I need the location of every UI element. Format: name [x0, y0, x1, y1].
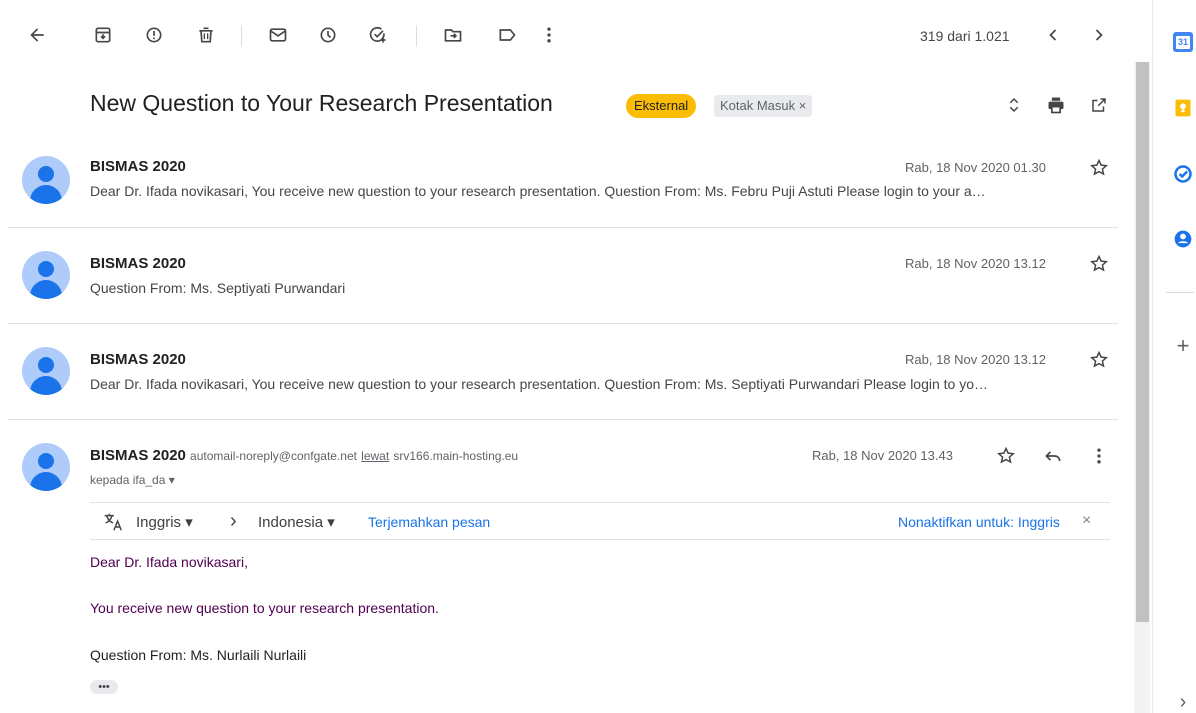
toolbar: 319 dari 1.021 — [0, 0, 1152, 70]
message-collapsed[interactable]: BISMAS 2020 Rab, 18 Nov 2020 13.12 Quest… — [0, 228, 1118, 324]
add-addon-icon[interactable]: + — [1172, 333, 1194, 358]
translate-message-link[interactable]: Terjemahkan pesan — [368, 514, 490, 530]
pager-count: 319 dari 1.021 — [920, 28, 1010, 44]
avatar — [22, 251, 70, 299]
star-icon[interactable] — [1088, 349, 1110, 371]
body-question-from: Question From: Ms. Nurlaili Nurlaili — [90, 647, 307, 663]
show-trimmed-content-button[interactable]: ••• — [90, 680, 118, 694]
translate-icon — [102, 511, 124, 537]
label-icon[interactable] — [494, 22, 520, 48]
message-snippet: Dear Dr. Ifada novikasari, You receive n… — [90, 183, 986, 199]
move-to-icon[interactable] — [440, 22, 466, 48]
email-subject: New Question to Your Research Presentati… — [90, 90, 553, 116]
delete-icon[interactable] — [193, 22, 219, 48]
star-icon[interactable] — [1088, 253, 1110, 275]
disable-translation-link[interactable]: Nonaktifkan untuk: Inggris — [898, 514, 1060, 530]
message-collapsed[interactable]: BISMAS 2020 Rab, 18 Nov 2020 13.12 Dear … — [0, 324, 1118, 420]
star-icon[interactable] — [995, 445, 1017, 467]
report-spam-icon[interactable] — [141, 22, 167, 48]
sender-name: BISMAS 2020 — [90, 447, 186, 464]
target-language-dropdown[interactable]: Indonesia ▾ — [258, 513, 335, 531]
external-badge: Eksternal — [626, 94, 697, 118]
reply-icon[interactable] — [1042, 445, 1064, 467]
message-date: Rab, 18 Nov 2020 13.12 — [905, 352, 1046, 367]
archive-icon[interactable] — [90, 22, 116, 48]
message-date: Rab, 18 Nov 2020 13.43 — [812, 448, 953, 463]
keep-icon[interactable] — [1172, 97, 1194, 119]
calendar-icon[interactable]: 31 — [1172, 31, 1194, 53]
close-icon[interactable]: × — [1082, 512, 1091, 530]
tasks-icon[interactable] — [1172, 163, 1194, 185]
arrow-back-icon[interactable] — [24, 22, 50, 48]
message-collapsed[interactable]: BISMAS 2020 Rab, 18 Nov 2020 01.30 Dear … — [0, 138, 1118, 228]
contacts-icon[interactable] — [1172, 228, 1194, 250]
message-snippet: Dear Dr. Ifada novikasari, You receive n… — [90, 376, 989, 392]
via-link[interactable]: lewat — [361, 449, 389, 463]
body-text: You receive new question to your researc… — [90, 600, 439, 616]
star-icon[interactable] — [1088, 157, 1110, 179]
snooze-icon[interactable] — [315, 22, 341, 48]
chevron-left-icon[interactable] — [1040, 22, 1066, 48]
add-task-icon[interactable] — [365, 22, 391, 48]
avatar — [22, 156, 70, 204]
sender-header: BISMAS 2020 automail-noreply@confgate.ne… — [90, 447, 518, 464]
sender-email: automail-noreply@confgate.net — [190, 449, 357, 463]
expand-all-icon[interactable] — [1003, 94, 1025, 116]
chevron-right-icon[interactable] — [1086, 22, 1112, 48]
translate-bar: Inggris ▾ › Indonesia ▾ Terjemahkan pesa… — [90, 502, 1110, 540]
inbox-label-chip[interactable]: Kotak Masuk × — [714, 95, 813, 117]
recipient-dropdown[interactable]: kepada ifa_da ▾ — [90, 473, 175, 487]
print-icon[interactable] — [1045, 94, 1067, 116]
calendar-date: 31 — [1176, 36, 1190, 49]
sender-name: BISMAS 2020 — [90, 158, 186, 175]
mark-unread-icon[interactable] — [265, 22, 291, 48]
sender-name: BISMAS 2020 — [90, 255, 186, 272]
toolbar-divider — [416, 25, 417, 47]
more-vert-icon[interactable] — [1088, 445, 1110, 467]
divider — [8, 419, 1118, 420]
scrollbar-thumb[interactable] — [1136, 62, 1149, 622]
body-greeting: Dear Dr. Ifada novikasari, — [90, 554, 248, 570]
open-new-window-icon[interactable] — [1088, 94, 1110, 116]
via-host: srv166.main-hosting.eu — [393, 449, 519, 463]
expand-panel-icon[interactable]: › — [1172, 691, 1194, 713]
avatar — [22, 347, 70, 395]
message-date: Rab, 18 Nov 2020 01.30 — [905, 160, 1046, 175]
message-snippet: Question From: Ms. Septiyati Purwandari — [90, 280, 346, 296]
chevron-right-icon: › — [230, 510, 237, 532]
avatar — [22, 443, 70, 491]
sender-name: BISMAS 2020 — [90, 351, 186, 368]
more-vert-icon[interactable] — [536, 22, 562, 48]
source-language-dropdown[interactable]: Inggris ▾ — [136, 513, 193, 531]
message-date: Rab, 18 Nov 2020 13.12 — [905, 256, 1046, 271]
mail-view: 319 dari 1.021 New Question to Your Rese… — [0, 0, 1152, 713]
side-panel-divider — [1166, 292, 1194, 293]
toolbar-divider — [241, 25, 242, 47]
